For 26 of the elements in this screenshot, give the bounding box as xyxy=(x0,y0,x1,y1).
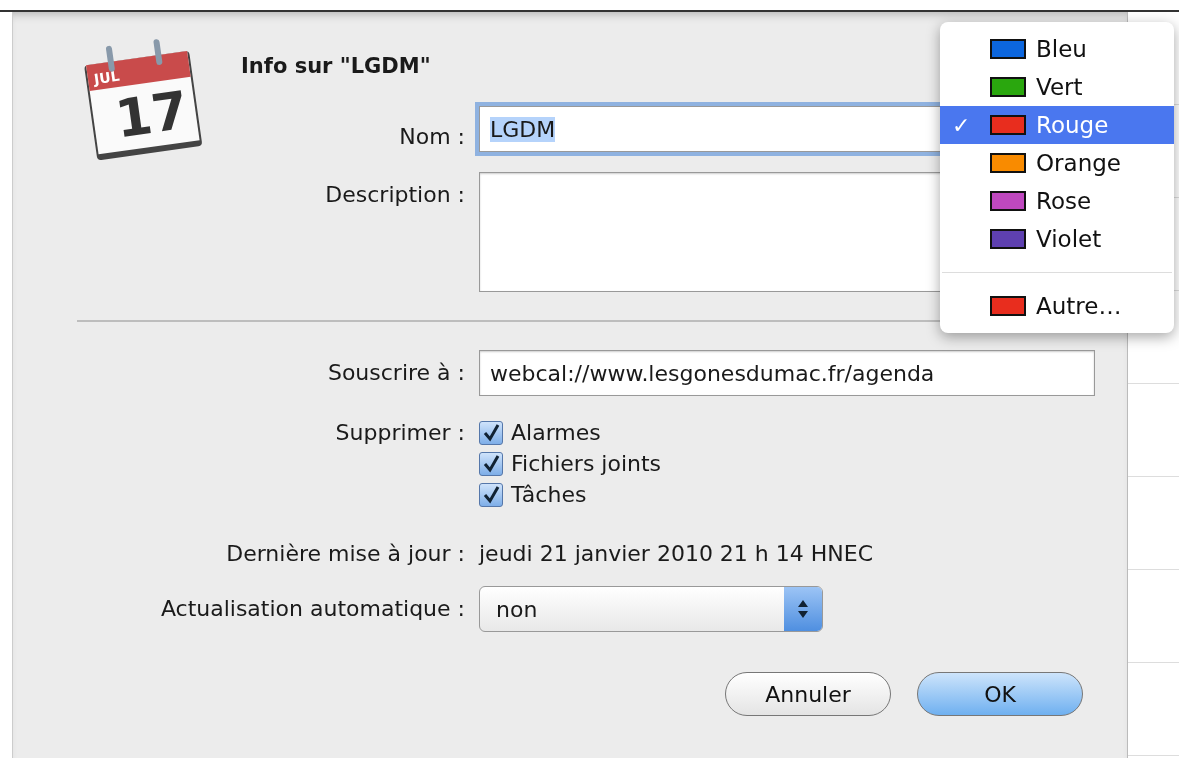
field-label: Actualisation automatique : xyxy=(160,595,465,621)
checkbox[interactable] xyxy=(479,482,503,507)
field-label: Souscrire à : xyxy=(327,359,465,385)
updown-icon xyxy=(797,598,809,620)
menu-item[interactable]: Vert xyxy=(940,68,1174,106)
checkbox-label: Alarmes xyxy=(511,420,601,445)
last-update-value: jeudi 21 janvier 2010 21 h 14 HNEC xyxy=(479,540,875,566)
field-label: Dernière mise à jour : xyxy=(226,540,465,566)
menu-item[interactable]: Autre… xyxy=(940,287,1174,325)
dialog-title: Info sur "LGDM" xyxy=(241,54,431,78)
cancel-button[interactable]: Annuler xyxy=(725,672,891,716)
check-mark: ✓ xyxy=(952,112,971,138)
checkbox[interactable] xyxy=(479,451,503,476)
checkbox-label: Tâches xyxy=(511,482,587,507)
menu-item[interactable]: Violet xyxy=(940,220,1174,258)
refresh-popup[interactable]: non xyxy=(479,586,823,632)
menu-item[interactable]: Rose xyxy=(940,182,1174,220)
field-label: Nom : xyxy=(399,123,465,149)
field-label: Description : xyxy=(325,181,465,207)
field-label: Supprimer : xyxy=(335,419,465,445)
menu-item[interactable]: Bleu xyxy=(940,30,1174,68)
checkbox[interactable] xyxy=(479,420,503,445)
url-field[interactable]: webcal://www.lesgonesdumac.fr/agenda xyxy=(479,350,1095,396)
checkbox-label: Fichiers joints xyxy=(511,451,662,476)
menu-item[interactable]: ✓ Rouge xyxy=(940,106,1174,144)
ok-button[interactable]: OK xyxy=(917,672,1083,716)
